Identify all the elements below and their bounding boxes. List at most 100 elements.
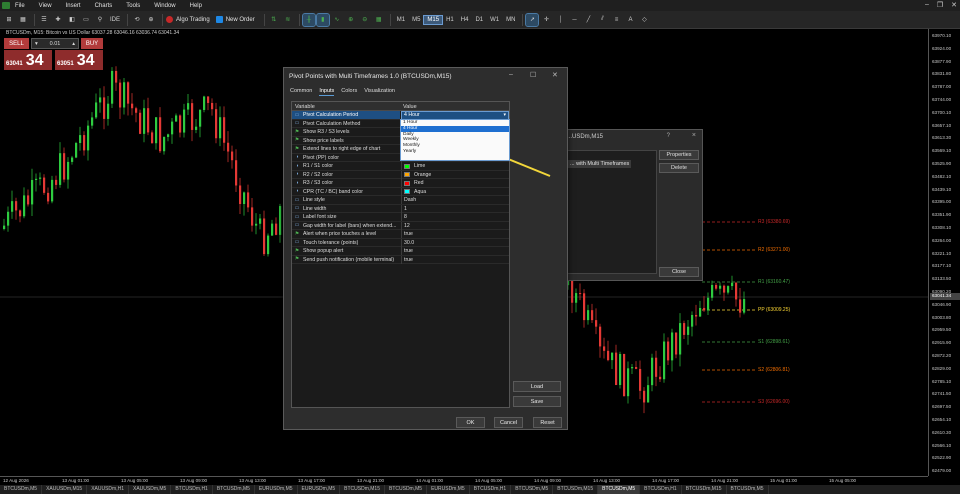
channel-icon[interactable]: ⫽	[596, 14, 608, 26]
chart-tab[interactable]: XAUUSDm,M15	[42, 485, 88, 494]
chart-tab[interactable]: BTCUSDm,H1	[171, 485, 213, 494]
ide-button[interactable]: IDE	[108, 14, 122, 26]
save-button[interactable]: Save	[513, 396, 561, 407]
input-value[interactable]: true	[401, 230, 509, 238]
chevron-down-icon[interactable]: ▾	[503, 112, 506, 119]
price-axis[interactable]: 63970.10 63924.00 63877.90 63831.80 63787.00…	[928, 29, 960, 476]
input-value[interactable]: 12	[401, 221, 509, 230]
buy-price-button[interactable]: 63051 34	[55, 50, 103, 70]
tab-common[interactable]: Common	[290, 88, 312, 96]
minimize-icon[interactable]: –	[509, 71, 513, 78]
data-window-icon[interactable]: ✚	[52, 14, 64, 26]
sell-price-button[interactable]: 63041 34	[4, 50, 52, 70]
toolbox-icon[interactable]: ▭	[80, 14, 92, 26]
chart-tab[interactable]: BTCUSDm,M5	[727, 485, 769, 494]
text-icon[interactable]: A	[624, 14, 636, 26]
close-button[interactable]: Close	[659, 267, 699, 277]
cancel-button[interactable]: Cancel	[494, 417, 523, 428]
chart-tab[interactable]: XAUUSDm,H1	[87, 485, 129, 494]
timeframe-h1[interactable]: H1	[443, 16, 457, 24]
indicators-list[interactable]: ... with Multi Timeframes	[565, 150, 657, 274]
input-row[interactable]: Alert when price touches a level ⚑ true	[292, 230, 509, 239]
time-axis[interactable]: 12 Aug 2026 13 Aug 01:00 13 Aug 05:00 13 Au…	[0, 476, 928, 485]
tab-visualization[interactable]: Visualization	[364, 88, 395, 96]
chart-tab[interactable]: BTCUSDm,M15	[682, 485, 727, 494]
market-watch-icon[interactable]: ☰	[38, 14, 50, 26]
chart-tab[interactable]: BTCUSDm,M15	[553, 485, 599, 494]
timeframe-m15[interactable]: M15	[423, 14, 444, 25]
period-dropdown-list[interactable]: 1 Hour 4 Hour Daily Weekly Monthly Yearly	[400, 119, 510, 161]
input-row[interactable]: Gap width for label (bars) when extend..…	[292, 221, 509, 230]
line-chart-icon[interactable]: ∿	[331, 14, 343, 26]
profiles-icon[interactable]: ▦	[17, 14, 29, 26]
depth-of-market-icon[interactable]: ≋	[282, 14, 294, 26]
new-chart-icon[interactable]: ⊞	[3, 14, 15, 26]
chart-tab[interactable]: BTCUSDm,M15	[340, 485, 385, 494]
volume-up-icon[interactable]: ▴	[72, 41, 75, 47]
horizontal-line-icon[interactable]: ─	[568, 14, 580, 26]
indicator-list-item[interactable]: ... with Multi Timeframes	[568, 160, 632, 168]
input-value[interactable]: true	[401, 255, 509, 264]
fibonacci-icon[interactable]: ≡	[610, 14, 622, 26]
input-row[interactable]: Line width ▭ 1	[292, 204, 509, 213]
input-value[interactable]: 1	[401, 204, 509, 213]
input-value[interactable]: 8	[401, 213, 509, 221]
chart-tab[interactable]: BTCUSDm,M5	[511, 485, 554, 494]
zoom-in-icon[interactable]: ⊕	[345, 14, 357, 26]
close-icon[interactable]: ✕	[552, 71, 558, 79]
input-row[interactable]: R3 / S3 color ◑ Red	[292, 179, 509, 188]
input-value[interactable]: Red	[401, 179, 509, 187]
menu-charts[interactable]: Charts	[95, 3, 113, 9]
load-button[interactable]: Load	[513, 381, 561, 392]
maximize-icon[interactable]: ☐	[530, 71, 536, 79]
trade-icon[interactable]: ⇅	[268, 14, 280, 26]
volume-down-icon[interactable]: ▾	[35, 41, 38, 47]
chart-tab[interactable]: BTCUSDm,H1	[640, 485, 682, 494]
zoom-out-icon[interactable]: ⊖	[359, 14, 371, 26]
timeframe-m1[interactable]: M1	[394, 16, 408, 24]
timeframe-w1[interactable]: W1	[487, 16, 502, 24]
timeframe-d1[interactable]: D1	[472, 16, 486, 24]
buy-button[interactable]: BUY	[81, 38, 103, 49]
input-row[interactable]: Touch tolerance (points) ▭ 30.0	[292, 238, 509, 247]
tab-colors[interactable]: Colors	[341, 88, 357, 96]
input-row[interactable]: CPR (TC / BC) band color ◑ Aqua	[292, 187, 509, 196]
shapes-icon[interactable]: ◇	[638, 14, 650, 26]
input-row[interactable]: Show popup alert ⚑ true	[292, 247, 509, 256]
ok-button[interactable]: OK	[456, 417, 485, 428]
sell-button[interactable]: SELL	[4, 38, 29, 49]
trendline-icon[interactable]: ╱	[582, 14, 594, 26]
minimize-icon[interactable]: –	[925, 1, 929, 9]
chart-tab[interactable]: BTCUSDm,M5	[385, 485, 428, 494]
input-value[interactable]: Aqua	[401, 187, 509, 196]
timeframe-mn[interactable]: MN	[503, 16, 518, 24]
properties-button[interactable]: Properties	[659, 150, 699, 160]
input-row[interactable]: Line style ▭ Dash	[292, 196, 509, 205]
menu-help[interactable]: Help	[190, 3, 202, 9]
help-icon[interactable]: ?	[667, 133, 670, 139]
strategy-tester-icon[interactable]: ⚲	[94, 14, 106, 26]
chart-tab[interactable]: BTCUSDm,M5	[213, 485, 255, 494]
chart-tab[interactable]: EURUSDm,M5	[427, 485, 470, 494]
vertical-line-icon[interactable]: │	[554, 14, 566, 26]
input-value[interactable]: Dash	[401, 196, 509, 204]
chart-tab[interactable]: XAUUSDm,M5	[129, 485, 172, 494]
volume-input[interactable]: ▾ 0.01 ▴	[31, 38, 79, 49]
chart-tab[interactable]: EURUSDm,M5	[298, 485, 341, 494]
menu-window[interactable]: Window	[154, 3, 175, 9]
tab-inputs[interactable]: Inputs	[319, 88, 335, 96]
input-row[interactable]: Label font size ▭ 8	[292, 213, 509, 222]
tile-windows-icon[interactable]: ▦	[373, 14, 385, 26]
delete-button[interactable]: Delete	[659, 163, 699, 173]
reset-button[interactable]: Reset	[533, 417, 562, 428]
timeframe-m5[interactable]: M5	[409, 16, 423, 24]
crosshair-icon[interactable]: ✛	[540, 14, 552, 26]
close-icon[interactable]: ×	[692, 132, 696, 139]
input-row[interactable]: Send push notification (mobile terminal)…	[292, 255, 509, 264]
menu-tools[interactable]: Tools	[126, 3, 140, 9]
input-value[interactable]: true	[401, 247, 509, 255]
bar-chart-icon[interactable]: ╫	[301, 12, 316, 27]
new-order-button[interactable]: New Order	[215, 16, 255, 23]
restore-icon[interactable]: ❐	[937, 1, 943, 9]
history-icon[interactable]: ⟲	[131, 14, 143, 26]
